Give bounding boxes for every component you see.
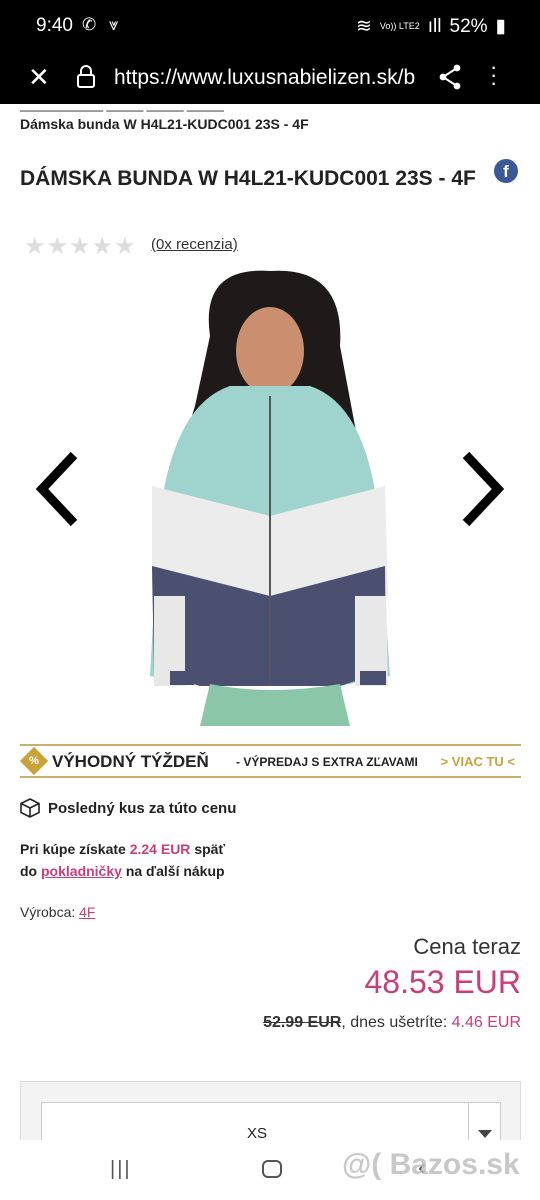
manufacturer: Výrobca: 4F <box>20 904 95 920</box>
promo-more-link[interactable]: > VIAC TU < <box>441 754 515 769</box>
percent-badge-icon: % <box>19 746 49 776</box>
chevron-right-icon[interactable] <box>460 449 508 529</box>
url-field[interactable]: https://www.luxusnabielizen.sk/b <box>114 66 420 90</box>
savings-amount: 4.46 EUR <box>451 1014 521 1031</box>
lock-icon[interactable] <box>76 65 96 94</box>
share-icon[interactable] <box>438 64 462 95</box>
page-title: DÁMSKA BUNDA W H4L21-KUDC001 23S - 4F <box>20 167 476 190</box>
signal-icon: ıll <box>427 15 442 37</box>
promo-subline: - VÝPREDAJ S EXTRA ZĽAVAMI <box>236 755 418 769</box>
close-icon[interactable]: ✕ <box>28 62 50 93</box>
cashback-line2-prefix: do <box>20 863 38 879</box>
savings-label: , dnes ušetríte: <box>341 1014 448 1031</box>
old-price: 52.99 EUR <box>263 1014 342 1031</box>
old-price-line: 52.99 EUR, dnes ušetríte: 4.46 EUR <box>263 1014 521 1032</box>
page-content: ▁▁▁▁▁▁▁▁▁ ▁▁▁▁ ▁▁▁▁ ▁▁▁▁ Dámska bunda W … <box>0 104 540 1140</box>
manufacturer-label: Výrobca: <box>20 904 76 920</box>
cashback-suffix: späť <box>194 841 226 857</box>
overflow-menu-icon[interactable]: · · · <box>490 56 497 94</box>
reviews-link[interactable]: (0x recenzia) <box>151 236 238 253</box>
promo-headline: VÝHODNÝ TÝŽDEŇ <box>52 752 209 771</box>
rating-stars: ★★★★★ <box>24 233 137 260</box>
cashback-prefix: Pri kúpe získate <box>20 841 126 857</box>
status-right: ≋ Vo)) LTE2 ıll 52% ▮ <box>356 15 506 38</box>
home-icon[interactable] <box>262 1160 282 1178</box>
manufacturer-link[interactable]: 4F <box>79 904 95 920</box>
status-bar: 9:40 ✆ ⩔ ≋ Vo)) LTE2 ıll 52% ▮ <box>0 0 540 52</box>
recent-apps-icon[interactable]: ||| <box>110 1158 132 1181</box>
cashback-info: Pri kúpe získate 2.24 EUR späť do poklad… <box>20 838 225 882</box>
notification-icons: ✆ ⩔ <box>82 15 123 34</box>
status-time: 9:40 <box>36 15 73 36</box>
chevron-left-icon[interactable] <box>32 449 80 529</box>
box-icon <box>20 798 40 818</box>
price-label: Cena teraz <box>413 934 521 959</box>
watermark: @( Bazos.sk <box>342 1148 520 1181</box>
size-value: XS <box>247 1125 268 1140</box>
wifi-icon: ≋ <box>355 16 372 37</box>
cashback-amount: 2.24 EUR <box>129 841 191 857</box>
stock-text: Posledný kus za túto cenu <box>48 799 237 817</box>
system-nav-bar: ||| ‹ @( Bazos.sk <box>0 1140 540 1200</box>
network-label: Vo)) LTE2 <box>379 21 420 31</box>
battery-level: 52% <box>449 15 488 37</box>
piggybank-link[interactable]: pokladničky <box>41 863 122 879</box>
browser-toolbar: ✕ https://www.luxusnabielizen.sk/b · · · <box>0 52 540 104</box>
size-panel: XS <box>20 1081 521 1140</box>
caret-down-icon[interactable] <box>468 1103 500 1140</box>
stock-notice: Posledný kus za túto cenu <box>20 798 236 818</box>
breadcrumb[interactable]: Dámska bunda W H4L21-KUDC001 23S - 4F <box>20 116 309 132</box>
promo-banner[interactable]: % VÝHODNÝ TÝŽDEŇ - VÝPREDAJ S EXTRA ZĽAV… <box>19 744 521 778</box>
breadcrumb-cutoff: ▁▁▁▁▁▁▁▁▁ ▁▁▁▁ ▁▁▁▁ ▁▁▁▁ <box>20 104 224 112</box>
facebook-icon[interactable]: f <box>494 159 518 183</box>
cashback-line2-suffix: na ďalší nákup <box>125 863 225 879</box>
size-select[interactable]: XS <box>41 1102 501 1140</box>
current-price: 48.53 EUR <box>364 964 521 1000</box>
battery-icon: ▮ <box>495 16 506 37</box>
product-image[interactable] <box>140 266 400 726</box>
